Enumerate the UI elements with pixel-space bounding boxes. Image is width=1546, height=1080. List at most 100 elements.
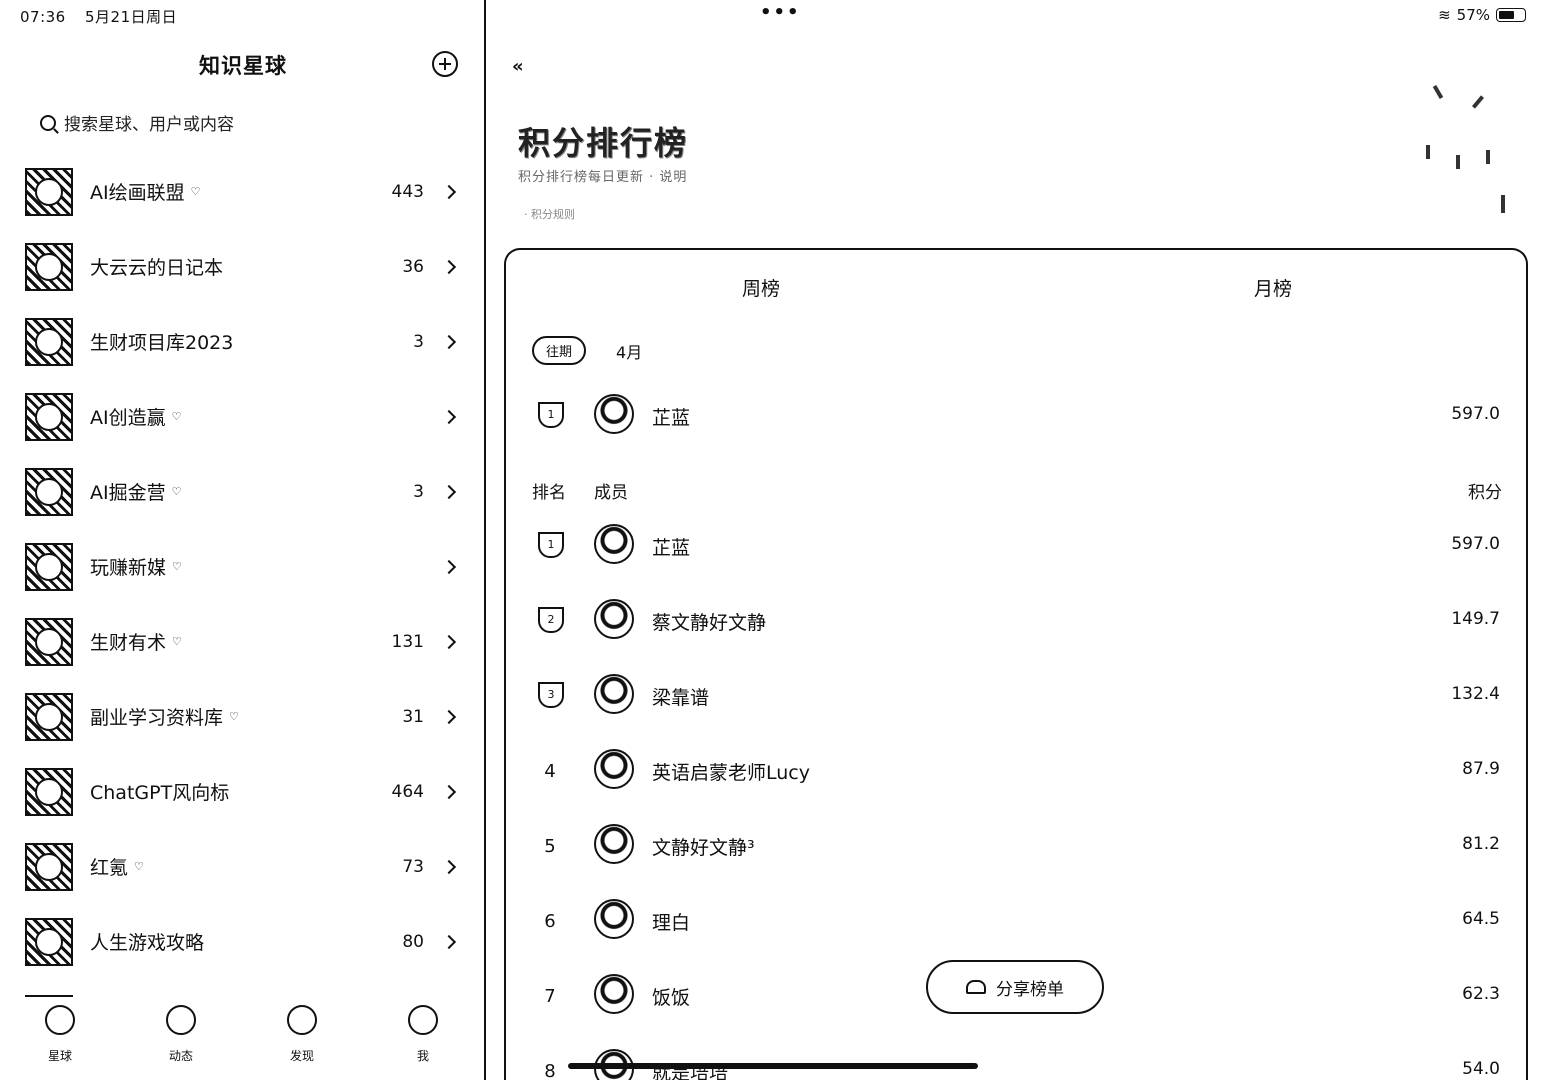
member-score: 87.9: [1462, 759, 1500, 779]
group-name: 玩赚新媒 ♡: [90, 553, 182, 580]
avatar: [594, 824, 634, 864]
group-avatar: [25, 617, 73, 666]
group-name: 生财项目库2023: [90, 328, 233, 355]
group-name: AI绘画联盟 ♡: [90, 178, 200, 205]
past-periods-pill[interactable]: 往期: [532, 336, 587, 365]
group-name-text: ChatGPT风向标: [90, 782, 230, 804]
group-name-text: AI绘画联盟: [90, 182, 185, 204]
group-name: AI创造赢 ♡: [90, 403, 181, 430]
chevron-right-icon: [441, 934, 457, 949]
member-score: 597.0: [1451, 404, 1500, 424]
member-name: 蔡文静好文静: [652, 612, 767, 634]
trophy-icon: 3: [538, 682, 564, 708]
unread-count: 443: [391, 181, 424, 202]
rules-link[interactable]: · 积分规则: [524, 206, 575, 222]
diamond-icon: ♡: [134, 860, 144, 873]
group-avatar: [25, 767, 73, 816]
page-title: 积分排行榜: [518, 124, 689, 162]
member-score: 54.0: [1462, 1059, 1500, 1079]
col-score: 积分: [1468, 483, 1502, 503]
member-score: 149.7: [1451, 609, 1500, 629]
tab-label: 我: [416, 1049, 429, 1063]
leaderboard-row[interactable]: 4 英语启蒙老师Lucy 87.9: [506, 743, 1526, 803]
unread-count: 3: [413, 331, 424, 352]
tab-me[interactable]: 我: [393, 1005, 453, 1064]
trophy-icon: 2: [538, 607, 564, 633]
rank-number: 4: [544, 761, 556, 782]
tab-monthly[interactable]: 月榜: [1254, 274, 1292, 301]
group-list-item[interactable]: AI掘金营 ♡ 3: [0, 454, 486, 529]
search-icon: [40, 114, 56, 131]
leaderboard-row[interactable]: 2 蔡文静好文静 149.7: [506, 593, 1526, 653]
group-name-text: 红氪: [90, 857, 129, 879]
tab-label: 发现: [289, 1049, 314, 1063]
unread-count: 73: [402, 856, 424, 877]
diamond-icon: ♡: [190, 185, 201, 198]
group-list-item[interactable]: 副业学习资料库 ♡ 31: [0, 679, 486, 754]
member-score: 132.4: [1451, 684, 1500, 704]
leaderboard-row[interactable]: 3 梁靠谱 132.4: [506, 668, 1526, 728]
group-avatar: [25, 392, 73, 441]
trophy-icon: 1: [538, 532, 564, 558]
tab-bar: 星球 动态 发现 我: [0, 995, 486, 1080]
my-rank-row[interactable]: 1 芷蓝 597.0: [506, 388, 1526, 448]
unread-count: 36: [402, 256, 424, 277]
rank-number: 5: [544, 836, 556, 857]
group-avatar: [25, 542, 73, 591]
tab-feed[interactable]: 动态: [151, 1005, 211, 1064]
leaderboard-row[interactable]: 5 文静好文静³ 81.2: [506, 818, 1526, 878]
app-title: 知识星球: [199, 54, 287, 78]
group-avatar: [25, 167, 73, 216]
group-list-item[interactable]: ChatGPT风向标 464: [0, 754, 486, 829]
leaderboard-row[interactable]: 8 就是培培 54.0: [506, 1043, 1526, 1080]
page-subtitle[interactable]: 积分排行榜每日更新 · 说明: [518, 166, 687, 185]
member-name: 英语启蒙老师Lucy: [652, 762, 810, 784]
group-list-item[interactable]: 人生游戏攻略 80: [0, 904, 486, 979]
back-button[interactable]: «: [512, 56, 524, 77]
share-button[interactable]: 分享榜单: [926, 960, 1104, 1014]
ranking-panel: « 积分排行榜 积分排行榜每日更新 · 说明 · 积分规则 周榜 月榜 往期 4…: [488, 0, 1546, 1080]
person-icon: [408, 1005, 438, 1035]
leaderboard-row[interactable]: 1 芷蓝 597.0: [506, 518, 1526, 578]
avatar: [594, 524, 634, 564]
search-bar[interactable]: 搜索星球、用户或内容: [40, 110, 234, 135]
member-score: 597.0: [1451, 534, 1500, 554]
group-list-item[interactable]: 生财项目库2023 3: [0, 304, 486, 379]
group-list-item[interactable]: AI绘画联盟 ♡ 443: [0, 154, 486, 229]
group-name: 生财有术 ♡: [90, 628, 182, 655]
group-list-item[interactable]: AI创造赢 ♡: [0, 379, 486, 454]
group-name: 副业学习资料库 ♡: [90, 703, 239, 730]
group-avatar: [25, 692, 73, 741]
compass-icon: [287, 1005, 317, 1035]
col-rank: 排名: [532, 483, 566, 503]
tab-weekly[interactable]: 周榜: [742, 274, 780, 301]
chevron-right-icon: [441, 634, 457, 649]
planet-icon: [45, 1005, 75, 1035]
col-member: 成员: [594, 483, 628, 503]
group-list-item[interactable]: 红氪 ♡ 73: [0, 829, 486, 904]
chevron-right-icon: [441, 334, 457, 349]
tab-label: 星球: [47, 1049, 72, 1063]
group-list-item[interactable]: 生财有术 ♡ 131: [0, 604, 486, 679]
group-name-text: 生财项目库2023: [90, 332, 234, 354]
chevron-right-icon: [441, 259, 457, 274]
group-name: 大云云的日记本: [90, 253, 223, 280]
unread-count: 131: [391, 631, 424, 652]
tab-discover[interactable]: 发现: [272, 1005, 332, 1064]
group-list-item[interactable]: 玩赚新媒 ♡: [0, 529, 486, 604]
rank-number: 7: [544, 986, 556, 1007]
chevron-right-icon: [441, 559, 457, 574]
member-score: 64.5: [1462, 909, 1500, 929]
member-score: 62.3: [1462, 984, 1500, 1004]
group-list-item[interactable]: 大云云的日记本 36: [0, 229, 486, 304]
leaderboard-row[interactable]: 6 理白 64.5: [506, 893, 1526, 953]
add-planet-button[interactable]: [432, 51, 458, 77]
leaderboard-card: 周榜 月榜 往期 4月 1 芷蓝 597.0 排名 成员 积分 1 芷蓝 597.0…: [504, 248, 1528, 1080]
rank-number: 8: [544, 1061, 556, 1080]
group-avatar: [25, 317, 73, 366]
chevron-right-icon: [441, 859, 457, 874]
tab-planet[interactable]: 星球: [30, 1005, 90, 1064]
member-name: 就是培培: [652, 1062, 729, 1080]
group-name-text: 人生游戏攻略: [90, 932, 205, 954]
home-indicator[interactable]: [568, 1063, 978, 1069]
